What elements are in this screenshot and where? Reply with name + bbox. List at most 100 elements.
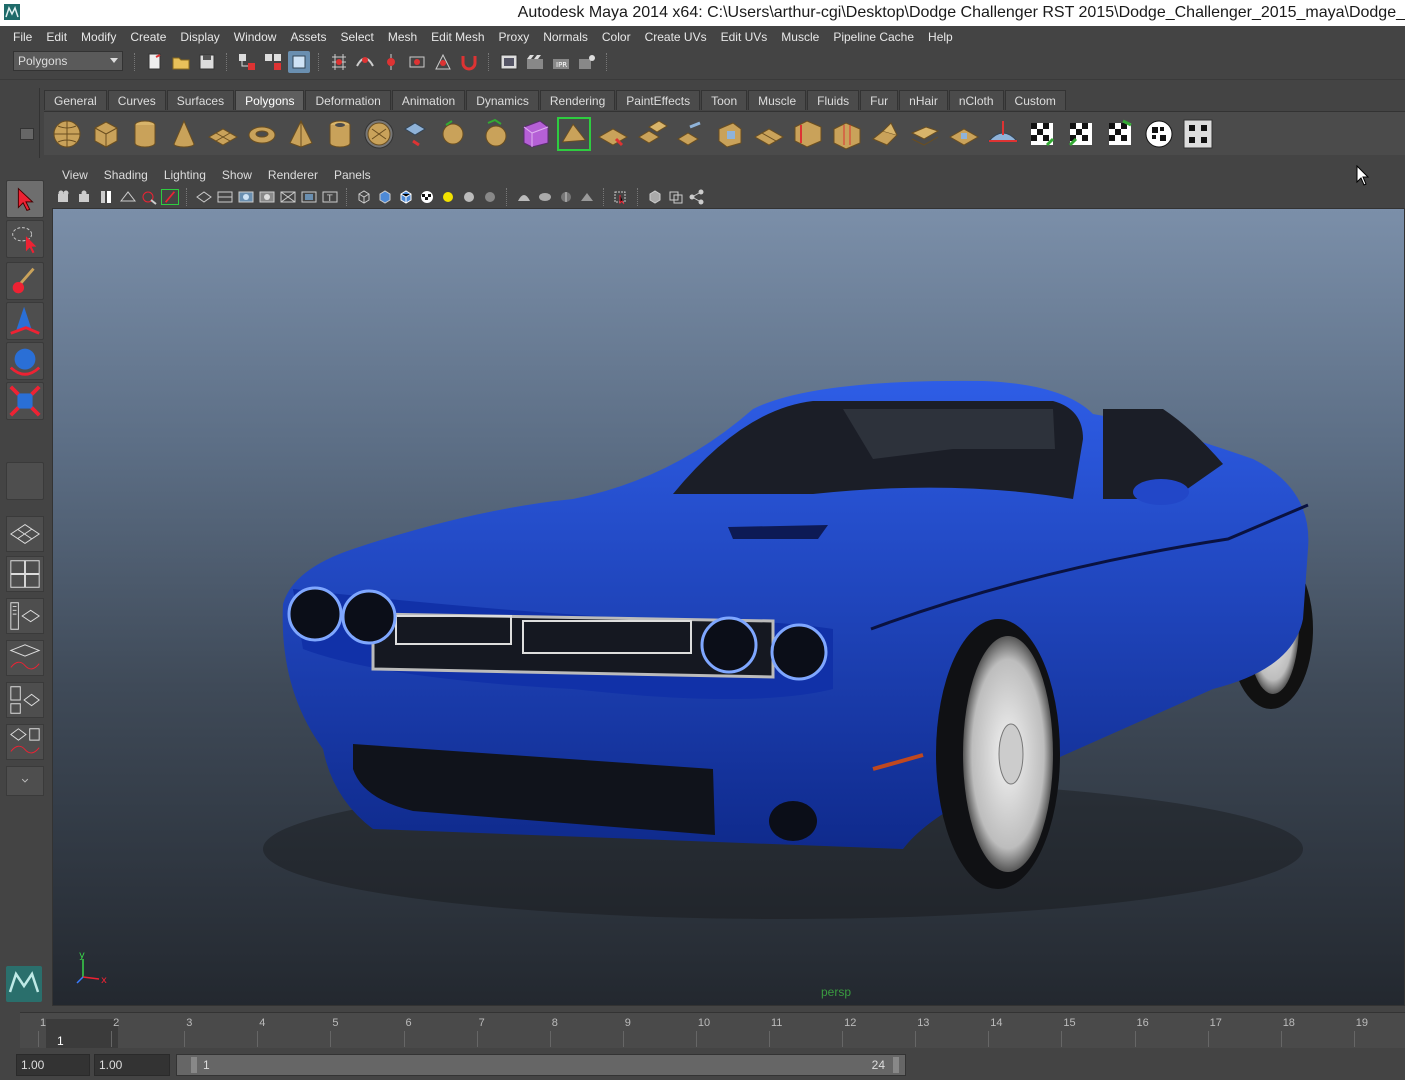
- cylindrical-mapping-icon[interactable]: [1064, 117, 1098, 151]
- select-tool[interactable]: [6, 180, 44, 218]
- film-gate-icon[interactable]: [216, 189, 234, 205]
- menu-edit[interactable]: Edit: [39, 26, 74, 48]
- ambient-occlusion-icon[interactable]: [481, 189, 499, 205]
- menu-proxy[interactable]: Proxy: [492, 26, 537, 48]
- resolution-gate-icon[interactable]: [237, 189, 255, 205]
- split-polygon-icon[interactable]: [752, 117, 786, 151]
- render-settings-icon[interactable]: [576, 51, 598, 73]
- shelf-tab-ncloth[interactable]: nCloth: [948, 90, 1004, 110]
- multisample-aa-icon[interactable]: [557, 189, 575, 205]
- uv-texture-editor-icon[interactable]: [1181, 117, 1215, 151]
- panel-menu-show[interactable]: Show: [214, 168, 260, 182]
- car-model[interactable]: [53, 209, 1405, 1006]
- shelf-tab-fur[interactable]: Fur: [860, 90, 899, 110]
- menu-modify[interactable]: Modify: [74, 26, 123, 48]
- automatic-mapping-icon[interactable]: [1142, 117, 1176, 151]
- snap-to-curve-icon[interactable]: [354, 51, 376, 73]
- fill-hole-icon[interactable]: [713, 117, 747, 151]
- perspective-graph-hypergraph-layout-button[interactable]: [6, 724, 44, 760]
- field-chart-icon[interactable]: [279, 189, 297, 205]
- scale-tool[interactable]: [6, 382, 44, 420]
- hypershade-layout-button[interactable]: [6, 682, 44, 718]
- shelf-tab-curves[interactable]: Curves: [107, 90, 166, 110]
- menu-normals[interactable]: Normals: [536, 26, 595, 48]
- smooth-icon[interactable]: [518, 117, 552, 151]
- paint-select-tool[interactable]: [6, 262, 44, 300]
- wireframe-on-shaded-icon[interactable]: [397, 189, 415, 205]
- menu-file[interactable]: File: [6, 26, 39, 48]
- depth-of-field-icon[interactable]: [578, 189, 596, 205]
- menu-create-uvs[interactable]: Create UVs: [638, 26, 714, 48]
- shelf-tab-painteffects[interactable]: PaintEffects: [616, 90, 701, 110]
- poly-torus-icon[interactable]: [245, 117, 279, 151]
- select-by-component-icon[interactable]: [288, 51, 310, 73]
- panel-menu-view[interactable]: View: [54, 168, 96, 182]
- new-scene-icon[interactable]: [144, 51, 166, 73]
- share-icon[interactable]: [688, 189, 706, 205]
- time-slider[interactable]: 1 2 3 4 5 6 7 8 9 10 11 12 13 14 15 16 17 18 19 1: [0, 1008, 1405, 1049]
- poly-cube-icon[interactable]: [89, 117, 123, 151]
- panel-menu-renderer[interactable]: Renderer: [260, 168, 326, 182]
- panel-menu-lighting[interactable]: Lighting: [156, 168, 214, 182]
- wireframe-icon[interactable]: [355, 189, 373, 205]
- playback-start-field[interactable]: 1.00: [94, 1054, 170, 1076]
- shelf-tab-fluids[interactable]: Fluids: [807, 90, 860, 110]
- start-time-field[interactable]: 1.00: [16, 1054, 90, 1076]
- shelf-tab-custom[interactable]: Custom: [1004, 90, 1066, 110]
- image-plane-icon[interactable]: [119, 189, 137, 205]
- default-quality-icon[interactable]: [646, 189, 664, 205]
- panel-menu-shading[interactable]: Shading: [96, 168, 156, 182]
- menu-edit-mesh[interactable]: Edit Mesh: [424, 26, 491, 48]
- perspective-viewport[interactable]: y x persp: [52, 208, 1405, 1006]
- select-by-hierarchy-icon[interactable]: [236, 51, 258, 73]
- combine-icon[interactable]: [401, 117, 435, 151]
- panel-menu-panels[interactable]: Panels: [326, 168, 379, 182]
- render-view-icon[interactable]: [498, 51, 520, 73]
- move-tool[interactable]: [6, 302, 44, 340]
- shelf-tab-toon[interactable]: Toon: [701, 90, 748, 110]
- snap-to-view-plane-icon[interactable]: [406, 51, 428, 73]
- layout-options-button[interactable]: [6, 766, 44, 796]
- menu-help[interactable]: Help: [921, 26, 960, 48]
- shelf-tab-muscle[interactable]: Muscle: [748, 90, 807, 110]
- menu-window[interactable]: Window: [227, 26, 284, 48]
- shelf-tab-dynamics[interactable]: Dynamics: [466, 90, 539, 110]
- use-all-lights-icon[interactable]: [439, 189, 457, 205]
- poly-pipe-icon[interactable]: [323, 117, 357, 151]
- menu-assets[interactable]: Assets: [283, 26, 333, 48]
- isolate-select-icon[interactable]: [195, 189, 213, 205]
- spherical-mapping-icon[interactable]: [1103, 117, 1137, 151]
- poly-cone-icon[interactable]: [167, 117, 201, 151]
- grease-pencil-icon[interactable]: [161, 189, 179, 205]
- lasso-tool[interactable]: [6, 220, 44, 258]
- sculpt-geometry-icon[interactable]: [986, 117, 1020, 151]
- save-scene-icon[interactable]: [196, 51, 218, 73]
- backface-culling-icon[interactable]: [667, 189, 685, 205]
- menu-create[interactable]: Create: [123, 26, 173, 48]
- poly-cylinder-icon[interactable]: [128, 117, 162, 151]
- shelf-menu-icon[interactable]: [20, 128, 34, 140]
- menu-set-dropdown[interactable]: Polygons: [13, 51, 123, 71]
- menu-color[interactable]: Color: [595, 26, 638, 48]
- snap-to-point-icon[interactable]: [380, 51, 402, 73]
- textured-icon[interactable]: [418, 189, 436, 205]
- shelf-tab-nhair[interactable]: nHair: [899, 90, 948, 110]
- poly-pyramid-icon[interactable]: [284, 117, 318, 151]
- 2d-pan-zoom-icon[interactable]: [140, 189, 158, 205]
- range-slider-bar[interactable]: 1 24: [176, 1054, 906, 1076]
- range-end-handle[interactable]: [893, 1057, 899, 1073]
- snap-to-grid-icon[interactable]: [328, 51, 350, 73]
- shelf-tab-polygons[interactable]: Polygons: [235, 90, 305, 110]
- make-live-icon[interactable]: [432, 51, 454, 73]
- shelf-tab-animation[interactable]: Animation: [391, 90, 466, 110]
- shelf-tab-deformation[interactable]: Deformation: [305, 90, 391, 110]
- shelf-tab-surfaces[interactable]: Surfaces: [166, 90, 235, 110]
- magnet-icon[interactable]: [458, 51, 480, 73]
- motion-blur-icon[interactable]: [536, 189, 554, 205]
- shadows-icon[interactable]: [460, 189, 478, 205]
- shelf-tab-general[interactable]: General: [44, 90, 107, 110]
- safe-title-icon[interactable]: T: [321, 189, 339, 205]
- perspective-outliner-layout-button[interactable]: [6, 598, 44, 634]
- menu-select[interactable]: Select: [333, 26, 380, 48]
- extrude-icon[interactable]: [596, 117, 630, 151]
